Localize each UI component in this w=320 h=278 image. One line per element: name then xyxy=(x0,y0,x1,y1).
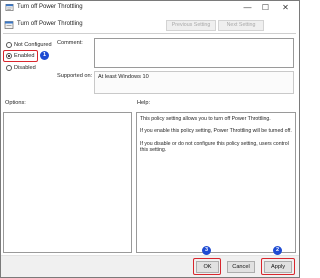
step-2-badge: 2 xyxy=(273,246,282,255)
radio-disabled-circle[interactable] xyxy=(6,64,12,71)
close-button[interactable]: ✕ xyxy=(278,2,293,13)
next-setting-button[interactable]: Next Setting xyxy=(218,20,264,31)
cancel-button[interactable]: Cancel xyxy=(227,261,255,273)
step-1-badge: 1 xyxy=(40,51,49,60)
comment-label: Comment: xyxy=(57,40,83,46)
window-title: Turn off Power Throttling xyxy=(17,4,83,10)
step-3-badge: 3 xyxy=(202,246,211,255)
radio-enabled-label: Enabled xyxy=(14,52,35,59)
help-paragraph-3: If you disable or do not configure this … xyxy=(140,140,289,154)
radio-disabled[interactable]: Disabled xyxy=(6,63,36,72)
supported-on-label: Supported on: xyxy=(57,73,93,79)
ok-button[interactable]: OK xyxy=(196,261,219,273)
help-label: Help: xyxy=(137,100,151,106)
radio-not-configured-label: Not Configured xyxy=(14,41,52,48)
help-paragraph-2: If you enable this policy setting, Power… xyxy=(140,128,292,135)
minimize-button[interactable]: — xyxy=(240,2,255,13)
header-divider xyxy=(3,33,296,34)
maximize-icon: ☐ xyxy=(261,3,270,12)
options-label: Options: xyxy=(5,100,26,106)
radio-not-configured[interactable]: Not Configured xyxy=(6,40,52,49)
supported-on-value: At least Windows 10 xyxy=(98,74,149,80)
minimize-icon: — xyxy=(243,3,252,12)
policy-icon xyxy=(5,4,14,11)
radio-enabled-circle[interactable] xyxy=(6,52,12,59)
radio-not-configured-circle[interactable] xyxy=(6,41,12,48)
maximize-button[interactable]: ☐ xyxy=(258,2,273,13)
radio-disabled-label: Disabled xyxy=(14,64,36,71)
close-icon: ✕ xyxy=(282,3,289,12)
comment-field[interactable] xyxy=(94,38,294,68)
supported-on-field: At least Windows 10 xyxy=(94,71,294,94)
help-paragraph-1: This policy setting allows you to turn o… xyxy=(140,116,271,122)
button-bar xyxy=(0,255,300,278)
previous-setting-button[interactable]: Previous Setting xyxy=(166,20,216,31)
radio-enabled[interactable]: Enabled xyxy=(6,51,35,60)
help-pane: This policy setting allows you to turn o… xyxy=(136,112,296,253)
options-pane[interactable] xyxy=(3,112,132,253)
policy-setting-icon xyxy=(4,21,14,29)
setting-title: Turn off Power Throttling xyxy=(17,21,83,27)
apply-button[interactable]: Apply xyxy=(264,261,292,273)
